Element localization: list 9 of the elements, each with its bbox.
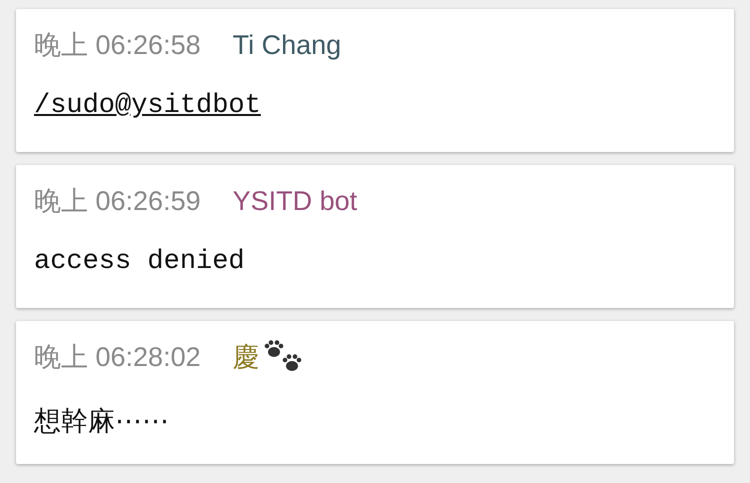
sender-name: 慶: [232, 341, 260, 374]
message-text: access denied: [34, 247, 246, 277]
message-time: 晚上 06:28:02: [34, 341, 201, 374]
message-text: 想幹麻⋯⋯: [34, 405, 170, 439]
command-link[interactable]: /sudo@ysitdbot: [34, 91, 261, 121]
message-time: 晚上 06:26:58: [34, 29, 201, 62]
sender-name: YSITD bot: [232, 186, 358, 216]
sender-name: Ti Chang: [232, 30, 342, 60]
message-time: 晚上 06:26:59: [34, 185, 201, 218]
